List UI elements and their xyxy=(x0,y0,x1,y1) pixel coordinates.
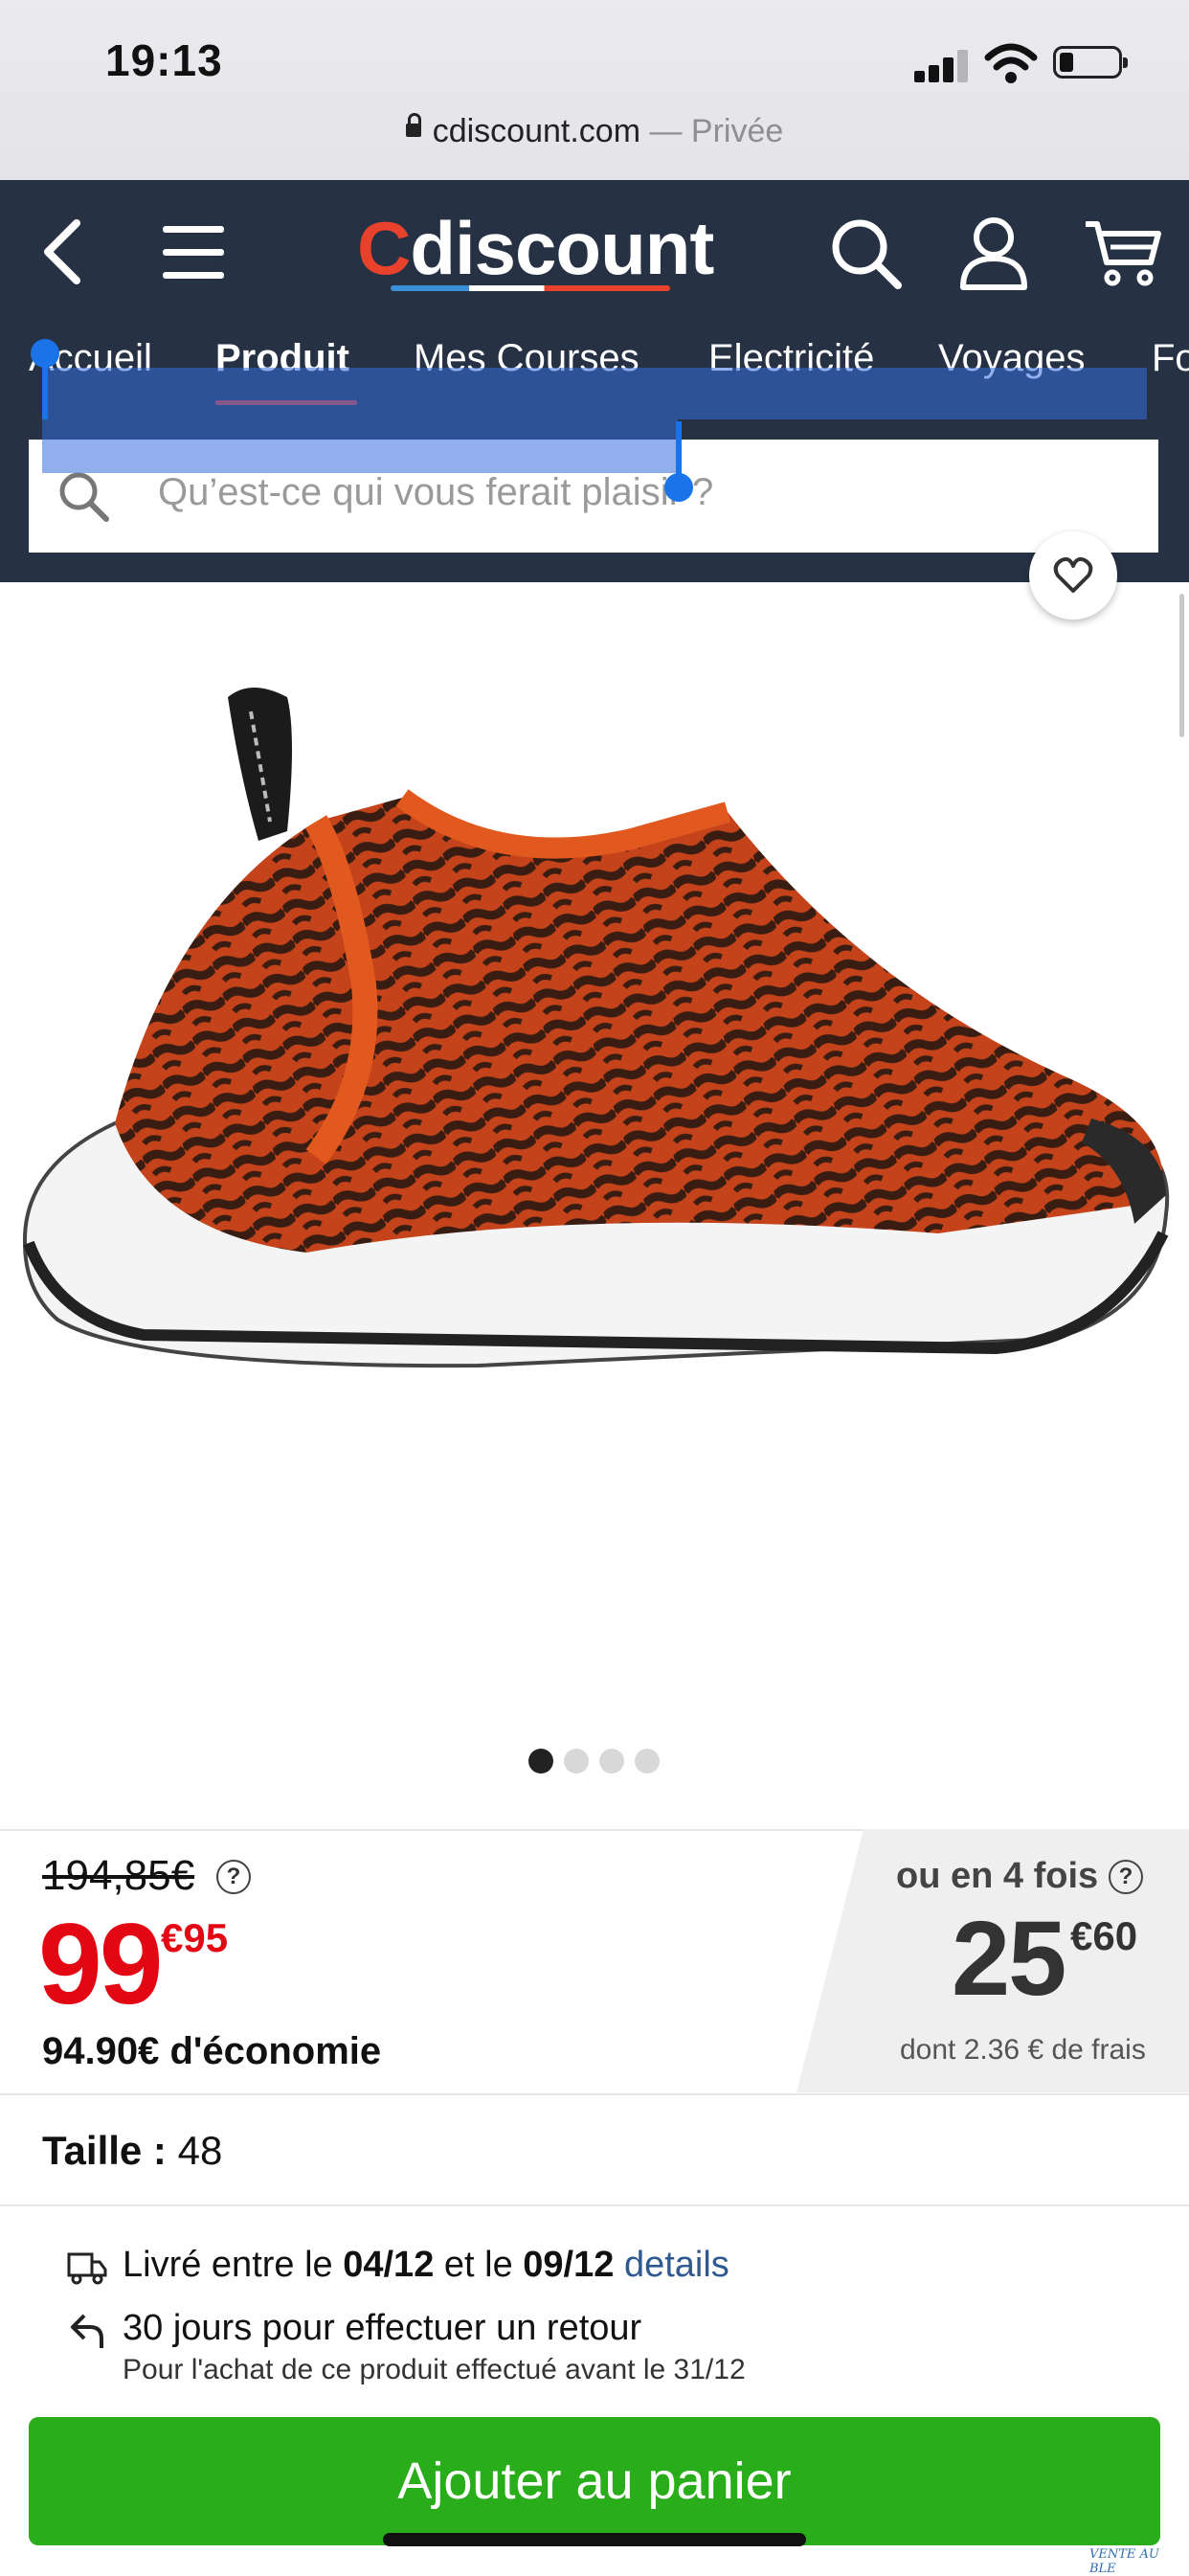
installment-help-icon[interactable]: ? xyxy=(1109,1860,1143,1894)
account-icon[interactable] xyxy=(957,215,1030,291)
battery-icon xyxy=(1053,46,1128,79)
carousel-dot-3[interactable] xyxy=(599,1749,624,1774)
url-domain: cdiscount.com xyxy=(432,113,641,149)
size-text: Taille : 48 xyxy=(42,2128,223,2173)
home-indicator[interactable] xyxy=(383,2533,806,2546)
return-policy-title: 30 jours pour effectuer un retour xyxy=(123,2308,642,2348)
favorite-button[interactable] xyxy=(1029,531,1117,620)
clock: 19:13 xyxy=(105,35,223,85)
tab-fo[interactable]: Fo xyxy=(1152,337,1189,380)
installment-fees: dont 2.36 € de frais xyxy=(900,2034,1146,2066)
installment-label: ou en 4 fois xyxy=(896,1856,1099,1896)
savings-text: 94.90€ d'économie xyxy=(42,2030,382,2072)
status-bar: 19:13 cdiscount.com — Privée xyxy=(0,0,1189,180)
delivery-truck-icon xyxy=(67,2252,107,2285)
price-help-icon[interactable]: ? xyxy=(216,1860,251,1894)
cellular-signal-icon xyxy=(914,50,972,82)
search-icon[interactable] xyxy=(829,216,904,291)
delivery-info: Livré entre le 04/12 et le 09/12 details xyxy=(123,2245,729,2285)
watermark: VENTE AU BLE xyxy=(1089,2547,1159,2576)
delivery-details-link[interactable]: details xyxy=(624,2245,729,2285)
installment-price-cents: €60 xyxy=(1070,1913,1138,1958)
text-selection-highlight xyxy=(42,368,1147,419)
carousel-dot-2[interactable] xyxy=(564,1749,589,1774)
current-price-cents: €95 xyxy=(161,1915,229,1960)
product-image xyxy=(22,688,1170,1368)
search-field-icon xyxy=(59,472,109,522)
original-price: 194,85€ xyxy=(42,1852,195,1899)
cdiscount-logo[interactable]: Cdiscount xyxy=(357,205,714,292)
wifi-icon xyxy=(984,43,1038,83)
installment-price: 25 xyxy=(952,1900,1066,2018)
scrollbar[interactable] xyxy=(1179,594,1184,737)
product-gallery[interactable] xyxy=(0,582,1189,1827)
heart-icon xyxy=(1053,556,1093,593)
logo-underline xyxy=(391,285,670,291)
lock-icon xyxy=(405,113,421,138)
carousel-dot-1[interactable] xyxy=(528,1749,553,1774)
private-label: — Privée xyxy=(640,113,784,149)
address-bar[interactable]: cdiscount.com — Privée xyxy=(0,113,1189,150)
current-price: 99 xyxy=(38,1900,163,2028)
size-selector[interactable]: Taille : 48 xyxy=(0,2093,1189,2206)
selection-start-line xyxy=(42,364,48,419)
menu-icon[interactable] xyxy=(161,224,228,282)
text-selection-highlight xyxy=(42,419,678,473)
back-icon[interactable] xyxy=(38,218,86,285)
selection-end-handle[interactable] xyxy=(664,473,693,502)
return-arrow-icon xyxy=(71,2314,103,2348)
carousel-dot-4[interactable] xyxy=(635,1749,660,1774)
cart-icon[interactable] xyxy=(1084,218,1164,289)
search-input[interactable]: Qu’est-ce qui vous ferait plaisir ? xyxy=(158,471,713,514)
return-policy-subtitle: Pour l'achat de ce produit effectué avan… xyxy=(123,2354,746,2385)
add-to-cart-button[interactable]: Ajouter au panier xyxy=(29,2417,1160,2545)
